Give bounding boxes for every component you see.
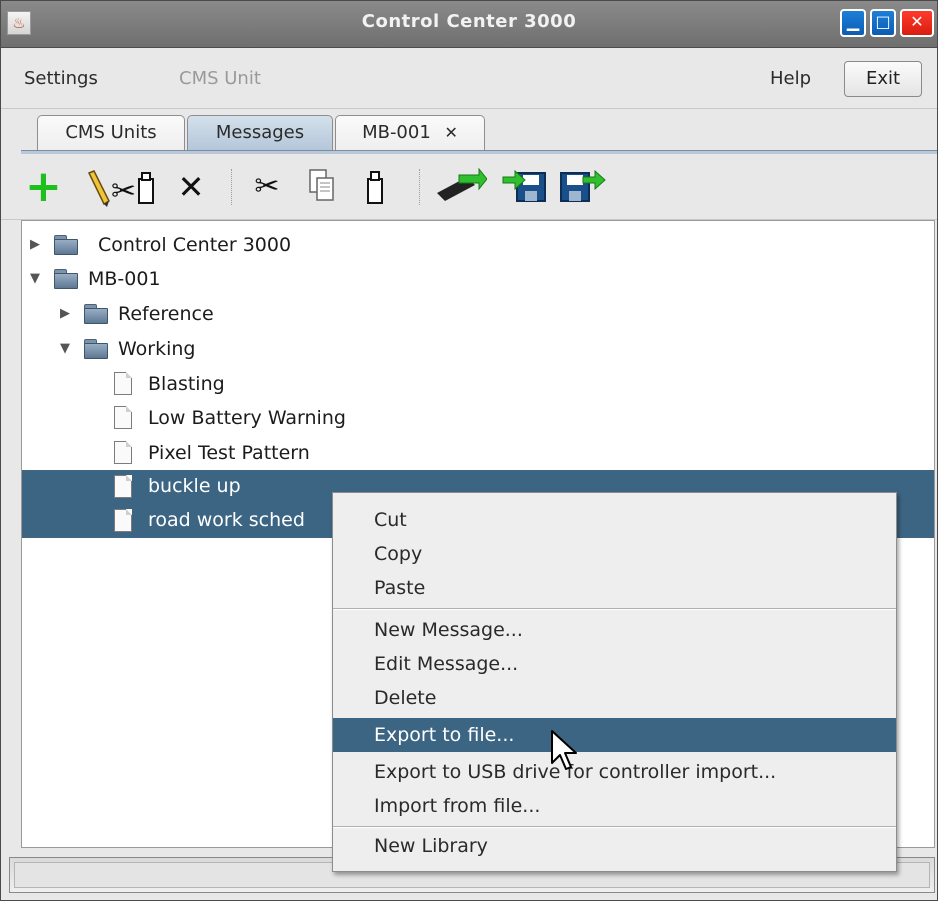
menu-item-new-message[interactable]: New Message... <box>333 613 896 647</box>
menu-item-edit-message[interactable]: Edit Message... <box>333 647 896 681</box>
tab-cms-units[interactable]: CMS Units <box>37 115 185 151</box>
tab-mb-001[interactable]: MB-001 ✕ <box>335 115 485 151</box>
document-icon <box>114 372 132 395</box>
menu-item-label: Edit Message... <box>374 653 519 675</box>
delete-icon[interactable]: ✕ <box>173 167 209 207</box>
expand-arrow-icon[interactable]: ▶ <box>30 229 40 261</box>
window-title: Control Center 3000 <box>361 11 577 32</box>
tree-node-reference[interactable]: ▶ Reference <box>22 298 922 330</box>
menu-item-label: Import from file... <box>374 795 541 817</box>
menu-item-copy[interactable]: Copy <box>333 537 896 571</box>
tree-node-control-center[interactable]: ▶ Control Center 3000 <box>22 229 922 261</box>
tree-node-label: Working <box>118 338 196 360</box>
tree-leaf-label: Pixel Test Pattern <box>148 442 310 464</box>
menu-item-label: Delete <box>374 687 437 709</box>
collapse-arrow-icon[interactable]: ▼ <box>30 263 40 295</box>
tree-leaf-label: road work sched <box>148 509 305 531</box>
toolbar: + ✂ ✕ ✂ <box>1 155 937 220</box>
main-window: ♨ Control Center 3000 ▁ □ ✕ Settings CMS… <box>0 0 938 901</box>
tree-leaf-label: Blasting <box>148 373 225 395</box>
cut-icon[interactable]: ✂ <box>249 167 285 207</box>
menu-item-paste[interactable]: Paste <box>333 571 896 605</box>
menu-item-import-file[interactable]: Import from file... <box>333 789 896 823</box>
tree-leaf-label: Low Battery Warning <box>148 407 346 429</box>
toolbar-separator <box>231 169 232 205</box>
menu-settings[interactable]: Settings <box>24 68 98 89</box>
menu-item-export-file[interactable]: Export to file... <box>333 718 896 752</box>
folder-icon <box>54 235 78 255</box>
tree-node-label: Reference <box>118 303 214 325</box>
context-menu: Cut Copy Paste New Message... Edit Messa… <box>332 492 897 872</box>
tab-underline <box>21 150 937 154</box>
tree-leaf-blasting[interactable]: Blasting <box>22 368 922 400</box>
menu-item-delete[interactable]: Delete <box>333 681 896 715</box>
toolbar-separator <box>419 169 420 205</box>
mouse-pointer-icon <box>551 730 577 770</box>
add-icon[interactable]: + <box>25 165 62 209</box>
edit-icon[interactable]: ✂ <box>85 167 157 209</box>
usb-export-icon[interactable] <box>435 167 488 207</box>
folder-icon <box>84 304 108 324</box>
menu-help[interactable]: Help <box>770 68 811 89</box>
menu-item-new-library[interactable]: New Library <box>333 829 896 863</box>
document-icon <box>114 441 132 464</box>
tab-messages[interactable]: Messages <box>187 115 333 151</box>
title-bar[interactable]: ♨ Control Center 3000 ▁ □ ✕ <box>1 1 937 48</box>
menu-item-label: Cut <box>374 509 407 531</box>
folder-open-icon <box>84 339 108 359</box>
minimize-button[interactable]: ▁ <box>840 9 866 37</box>
import-icon[interactable] <box>501 167 549 207</box>
menu-bar: Settings CMS Unit Help Exit <box>1 48 937 109</box>
tab-close-icon[interactable]: ✕ <box>445 123 458 142</box>
menu-item-label: Copy <box>374 543 423 565</box>
menu-item-label: Export to file... <box>374 724 515 746</box>
tree-node-working[interactable]: ▼ Working <box>22 333 922 365</box>
tree-leaf-label: buckle up <box>148 475 241 497</box>
menu-separator <box>333 608 896 610</box>
svg-text:✂: ✂ <box>111 174 136 207</box>
menu-item-cut[interactable]: Cut <box>333 503 896 537</box>
document-icon <box>114 475 132 498</box>
document-icon <box>114 509 132 532</box>
tab-mb-001-label: MB-001 <box>362 122 431 143</box>
menu-item-label: New Message... <box>374 619 523 641</box>
menu-separator <box>333 826 896 828</box>
tree-node-mb-001[interactable]: ▼ MB-001 <box>22 263 922 295</box>
exit-button[interactable]: Exit <box>844 61 922 97</box>
expand-arrow-icon[interactable]: ▶ <box>60 298 70 330</box>
tab-bar: CMS Units Messages MB-001 ✕ <box>1 109 937 154</box>
tree-leaf-pixel-test[interactable]: Pixel Test Pattern <box>22 437 922 469</box>
menu-cms-unit[interactable]: CMS Unit <box>179 68 261 89</box>
close-window-button[interactable]: ✕ <box>900 9 934 37</box>
tree-node-label: Control Center 3000 <box>98 234 292 256</box>
document-icon <box>114 406 132 429</box>
tree-leaf-low-battery[interactable]: Low Battery Warning <box>22 402 922 434</box>
collapse-arrow-icon[interactable]: ▼ <box>60 333 70 365</box>
paste-icon[interactable] <box>357 167 393 207</box>
maximize-button[interactable]: □ <box>870 9 896 37</box>
menu-item-export-usb[interactable]: Export to USB drive for controller impor… <box>333 755 896 789</box>
tree-node-label: MB-001 <box>88 268 161 290</box>
export-icon[interactable] <box>559 167 607 207</box>
menu-item-label: Paste <box>374 577 426 599</box>
menu-item-label: New Library <box>374 835 488 857</box>
folder-open-icon <box>54 269 78 289</box>
copy-icon[interactable] <box>303 167 339 207</box>
